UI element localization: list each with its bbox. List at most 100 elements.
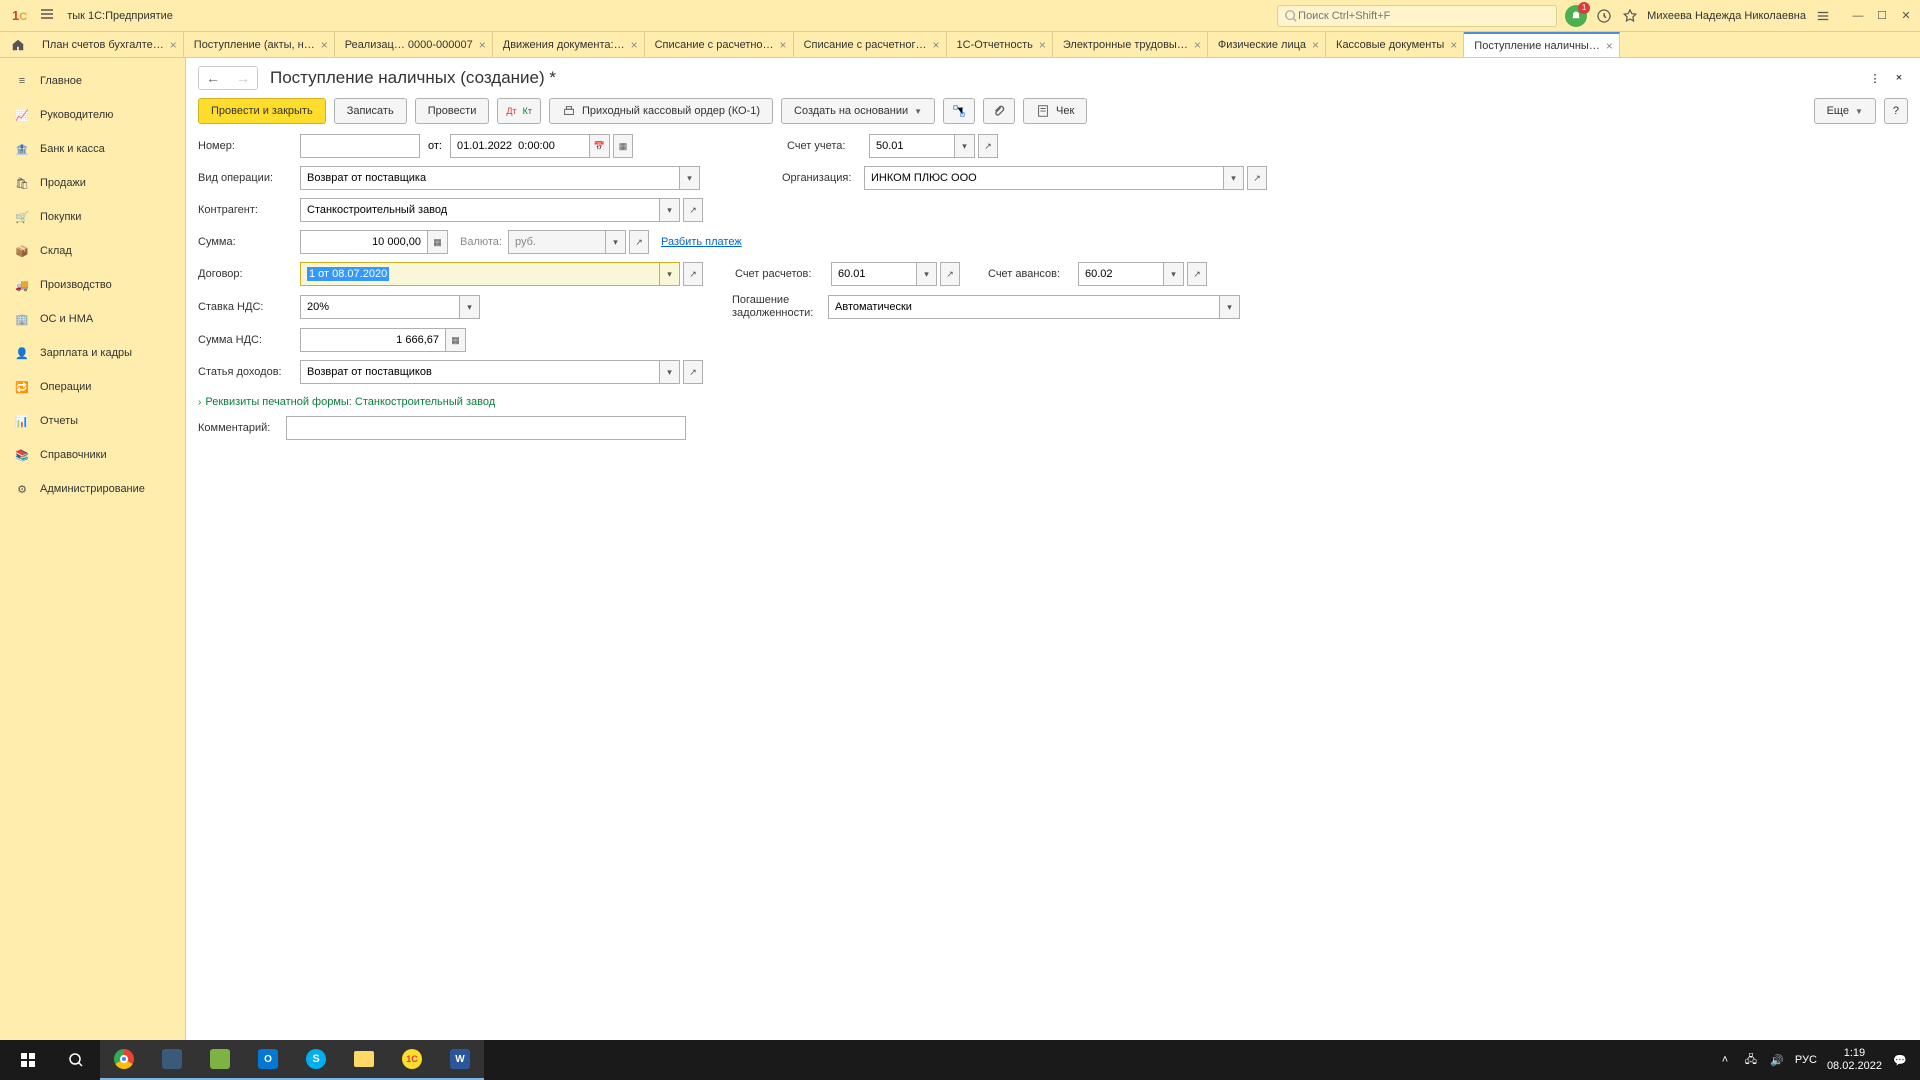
taskbar-app-3[interactable] (196, 1040, 244, 1080)
tab-0[interactable]: План счетов бухгалте…× (32, 32, 184, 57)
print-pko-button[interactable]: Приходный кассовый ордер (КО-1) (549, 98, 773, 124)
tab-close[interactable]: × (933, 38, 940, 52)
structure-button[interactable] (943, 98, 975, 124)
account-input[interactable] (869, 134, 955, 158)
dropdown-button[interactable]: ▾ (955, 134, 975, 158)
dropdown-button[interactable]: ▾ (1224, 166, 1244, 190)
nav-reports[interactable]: 📊Отчеты (0, 404, 185, 438)
nav-payroll[interactable]: 👤Зарплата и кадры (0, 336, 185, 370)
more-button[interactable]: Еще▼ (1814, 98, 1876, 124)
vat-rate-input[interactable] (300, 295, 460, 319)
open-button[interactable]: ↗ (978, 134, 998, 158)
favorite-icon[interactable] (1621, 7, 1639, 25)
nav-admin[interactable]: ⚙Администрирование (0, 472, 185, 506)
print-details-expander[interactable]: › Реквизиты печатной формы: Станкостроит… (198, 392, 1908, 412)
nav-catalogs[interactable]: 📚Справочники (0, 438, 185, 472)
dropdown-button[interactable]: ▾ (1220, 295, 1240, 319)
page-close-icon[interactable]: × (1890, 69, 1908, 87)
open-button[interactable]: ↗ (1187, 262, 1207, 286)
date-ext-button[interactable]: ▦ (613, 134, 633, 158)
attach-button[interactable] (983, 98, 1015, 124)
debt-input[interactable] (828, 295, 1220, 319)
global-search[interactable] (1277, 5, 1557, 27)
income-input[interactable] (300, 360, 660, 384)
op-type-input[interactable] (300, 166, 680, 190)
nav-back[interactable]: ← (199, 67, 227, 89)
dt-kt-button[interactable]: ДтКт (497, 98, 541, 124)
tab-close[interactable]: × (1194, 38, 1201, 52)
open-button[interactable]: ↗ (1247, 166, 1267, 190)
page-menu-icon[interactable]: ⋮ (1866, 69, 1884, 87)
nav-manager[interactable]: 📈Руководителю (0, 98, 185, 132)
save-button[interactable]: Записать (334, 98, 407, 124)
notification-icon[interactable] (1565, 5, 1587, 27)
user-name[interactable]: Михеева Надежда Николаевна (1647, 10, 1806, 22)
search-input[interactable] (1298, 10, 1550, 22)
open-button[interactable]: ↗ (683, 198, 703, 222)
tab-close[interactable]: × (631, 38, 638, 52)
post-and-close-button[interactable]: Провести и закрыть (198, 98, 326, 124)
help-button[interactable]: ? (1884, 98, 1908, 124)
vat-amount-input[interactable] (300, 328, 446, 352)
calc-button[interactable]: ▦ (428, 230, 448, 254)
tab-7[interactable]: Электронные трудовы…× (1053, 32, 1208, 57)
taskbar-1c[interactable]: 1C (388, 1040, 436, 1080)
tab-4[interactable]: Списание с расчетно…× (645, 32, 794, 57)
tray-notifications-icon[interactable]: 💬 (1892, 1052, 1908, 1068)
taskbar-skype[interactable]: S (292, 1040, 340, 1080)
split-payment-link[interactable]: Разбить платеж (661, 236, 742, 248)
nav-sales[interactable]: 🛍Продажи (0, 166, 185, 200)
close-button[interactable]: ✕ (1896, 6, 1916, 26)
taskbar-word[interactable]: W (436, 1040, 484, 1080)
tab-2[interactable]: Реализац… 0000-000007× (335, 32, 493, 57)
nav-warehouse[interactable]: 📦Склад (0, 234, 185, 268)
calc-button[interactable]: ▦ (446, 328, 466, 352)
calc-account-input[interactable] (831, 262, 917, 286)
contragent-input[interactable] (300, 198, 660, 222)
advance-account-input[interactable] (1078, 262, 1164, 286)
tab-3[interactable]: Движения документа:…× (493, 32, 645, 57)
number-input[interactable] (300, 134, 420, 158)
tab-close[interactable]: × (1450, 38, 1457, 52)
tab-close[interactable]: × (321, 38, 328, 52)
tab-close[interactable]: × (1606, 39, 1613, 53)
dropdown-button[interactable]: ▾ (917, 262, 937, 286)
dropdown-button[interactable]: ▾ (660, 360, 680, 384)
dropdown-button[interactable]: ▾ (660, 198, 680, 222)
tab-6[interactable]: 1С-Отчетность× (947, 32, 1053, 57)
dropdown-button[interactable]: ▾ (680, 166, 700, 190)
menu-button[interactable] (35, 2, 59, 29)
taskbar-explorer[interactable] (340, 1040, 388, 1080)
tray-lang[interactable]: РУС (1795, 1054, 1817, 1066)
maximize-button[interactable]: ☐ (1872, 6, 1892, 26)
nav-assets[interactable]: 🏢ОС и НМА (0, 302, 185, 336)
tray-chevron-icon[interactable]: ˄ (1717, 1052, 1733, 1068)
amount-input[interactable] (300, 230, 428, 254)
nav-production[interactable]: 🚚Производство (0, 268, 185, 302)
dropdown-button[interactable]: ▾ (1164, 262, 1184, 286)
open-button[interactable]: ↗ (683, 360, 703, 384)
tab-close[interactable]: × (170, 38, 177, 52)
nav-main[interactable]: ≡Главное (0, 64, 185, 98)
tab-close[interactable]: × (1039, 38, 1046, 52)
nav-operations[interactable]: 🔁Операции (0, 370, 185, 404)
home-tab[interactable] (4, 32, 32, 57)
settings-icon[interactable] (1814, 7, 1832, 25)
tab-close[interactable]: × (479, 38, 486, 52)
create-based-button[interactable]: Создать на основании▼ (781, 98, 935, 124)
tab-5[interactable]: Списание с расчетног…× (794, 32, 947, 57)
taskbar-app-2[interactable] (148, 1040, 196, 1080)
tray-volume-icon[interactable]: 🔊 (1769, 1052, 1785, 1068)
check-button[interactable]: Чек (1023, 98, 1087, 124)
minimize-button[interactable]: — (1848, 6, 1868, 26)
tab-close[interactable]: × (780, 38, 787, 52)
tab-1[interactable]: Поступление (акты, н…× (184, 32, 335, 57)
history-icon[interactable] (1595, 7, 1613, 25)
nav-purchases[interactable]: 🛒Покупки (0, 200, 185, 234)
taskbar-chrome[interactable] (100, 1040, 148, 1080)
tab-9[interactable]: Кассовые документы× (1326, 32, 1464, 57)
comment-input[interactable] (286, 416, 686, 440)
start-button[interactable] (4, 1040, 52, 1080)
tab-close[interactable]: × (1312, 38, 1319, 52)
contract-input[interactable]: 1 от 08.07.2020 (300, 262, 660, 286)
